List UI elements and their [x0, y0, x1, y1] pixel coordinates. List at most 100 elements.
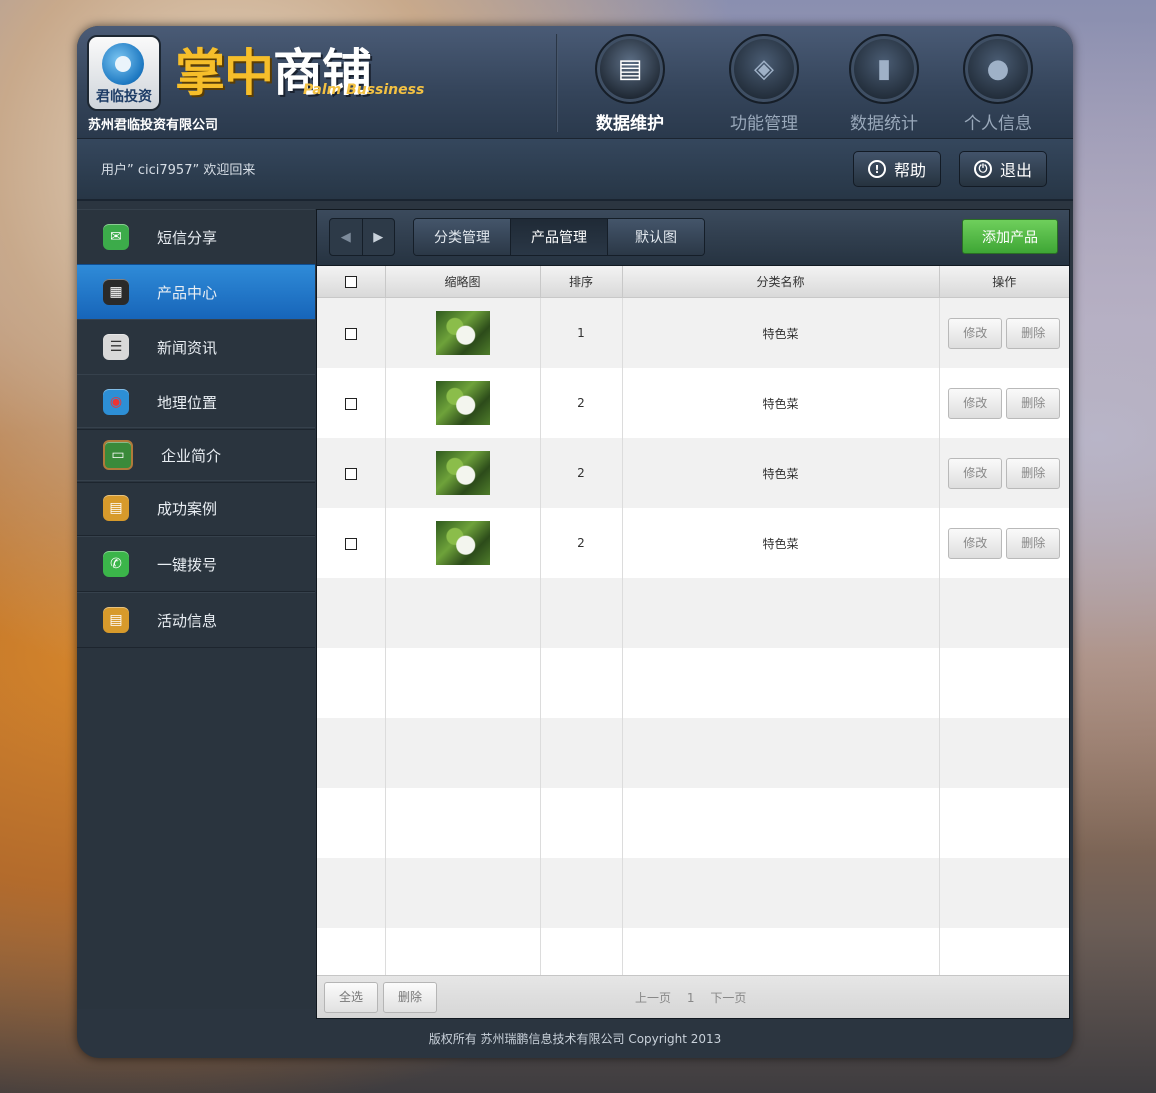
sidebar-item-news[interactable]: ☰ 新闻资讯: [77, 319, 315, 375]
delete-button[interactable]: 删除: [1006, 317, 1061, 349]
topnav-personal-info[interactable]: ● 个人信息: [943, 34, 1053, 134]
table-footer: 全选 删除 上一页 1 下一页: [317, 975, 1069, 1018]
logout-label: 退出: [1000, 161, 1033, 180]
table-header-row: 缩略图 排序 分类名称 操作: [317, 266, 1069, 298]
forward-arrow-icon[interactable]: ▶: [363, 219, 395, 255]
product-table: 缩略图 排序 分类名称 操作 1 特色菜 修改 删除 2 特色菜 修改 删除 2…: [317, 266, 1069, 998]
pagination: 上一页 1 下一页: [635, 989, 758, 1006]
sidebar: ✉ 短信分享 ▦ 产品中心 ☰ 新闻资讯 ◉ 地理位置 ▭ 企业简介 ▤ 成功案…: [77, 209, 315, 1009]
delete-button[interactable]: 删除: [1006, 457, 1061, 489]
board-icon: ▭: [103, 440, 133, 470]
power-icon: ⏻: [974, 160, 992, 178]
topnav-label: 数据统计: [850, 114, 918, 134]
user-bar: 用户” cici7957” 欢迎回来 ! 帮助 ⏻ 退出: [77, 139, 1073, 201]
help-button[interactable]: ! 帮助: [853, 151, 942, 187]
sidebar-item-label: 成功案例: [157, 499, 218, 518]
prev-page-link[interactable]: 上一页: [635, 991, 671, 1005]
empty-row: [317, 578, 1069, 648]
edit-button[interactable]: 修改: [948, 527, 1003, 559]
row-checkbox[interactable]: [344, 467, 357, 480]
phone-icon: ✆: [103, 551, 129, 577]
sidebar-item-one-click-dial[interactable]: ✆ 一键拨号: [77, 536, 315, 592]
sidebar-item-company-profile[interactable]: ▭ 企业简介: [77, 427, 315, 483]
select-all-header[interactable]: [317, 266, 386, 298]
row-checkbox[interactable]: [344, 327, 357, 340]
row-checkbox[interactable]: [344, 537, 357, 550]
logo-emblem-icon: [102, 43, 144, 85]
column-header-actions: 操作: [939, 266, 1069, 298]
topnav-label: 功能管理: [730, 114, 798, 134]
logo-text: 君临投资: [96, 89, 152, 105]
delete-button[interactable]: 删除: [1006, 527, 1061, 559]
topnav-statistics[interactable]: ▮ 数据统计: [829, 34, 939, 134]
column-header-order: 排序: [540, 266, 623, 298]
table-row: 2 特色菜 修改 删除: [317, 438, 1069, 508]
current-page: 1: [686, 991, 695, 1005]
sidebar-item-label: 短信分享: [157, 228, 218, 247]
edit-button[interactable]: 修改: [948, 457, 1003, 489]
empty-row: [317, 858, 1069, 928]
empty-row: [317, 718, 1069, 788]
sidebar-item-label: 企业简介: [161, 446, 222, 465]
sidebar-item-success-cases[interactable]: ▤ 成功案例: [77, 480, 315, 536]
row-category: 特色菜: [622, 368, 940, 438]
product-thumbnail: [435, 451, 490, 495]
product-thumbnail: [435, 381, 490, 425]
brand-english: Palm Bussiness: [303, 82, 425, 98]
edit-button[interactable]: 修改: [948, 387, 1003, 419]
box-icon: ◈: [729, 34, 799, 104]
next-page-link[interactable]: 下一页: [710, 991, 746, 1005]
tab-group: 分类管理 产品管理 默认图: [413, 218, 705, 256]
row-category: 特色菜: [622, 508, 940, 578]
row-order: 2: [540, 368, 623, 438]
sidebar-item-label: 新闻资讯: [157, 338, 218, 357]
row-order: 2: [540, 438, 623, 508]
info-icon: !: [868, 160, 886, 178]
company-name: 苏州君临投资有限公司: [88, 118, 219, 133]
row-order: 1: [540, 297, 623, 368]
news-icon: ☰: [103, 334, 129, 360]
empty-row: [317, 788, 1069, 858]
sidebar-item-activity-info[interactable]: ▤ 活动信息: [77, 592, 315, 648]
product-thumbnail: [435, 311, 490, 355]
topnav-label: 数据维护: [596, 114, 664, 134]
back-arrow-icon[interactable]: ◀: [330, 219, 363, 255]
toolbar: ◀ ▶ 分类管理 产品管理 默认图 添加产品: [317, 210, 1069, 266]
logout-button[interactable]: ⏻ 退出: [959, 151, 1048, 187]
select-all-button[interactable]: 全选: [324, 982, 378, 1013]
header-checkbox[interactable]: [344, 276, 357, 288]
user-icon: ●: [963, 34, 1033, 104]
sidebar-item-product-center[interactable]: ▦ 产品中心: [77, 264, 315, 320]
app-window: 君临投资 掌中商铺 Palm Bussiness 苏州君临投资有限公司 ▤ 数据…: [77, 26, 1073, 1058]
table-row: 2 特色菜 修改 删除: [317, 508, 1069, 578]
topnav-function-management[interactable]: ◈ 功能管理: [709, 34, 819, 134]
add-product-button[interactable]: 添加产品: [962, 219, 1058, 254]
column-header-category: 分类名称: [622, 266, 940, 298]
sidebar-item-label: 一键拨号: [157, 555, 218, 574]
bulk-delete-button[interactable]: 删除: [383, 982, 437, 1013]
edit-button[interactable]: 修改: [948, 317, 1003, 349]
sidebar-item-sms-share[interactable]: ✉ 短信分享: [77, 209, 315, 265]
tab-product-management[interactable]: 产品管理: [511, 219, 608, 255]
product-thumbnail: [435, 521, 490, 565]
tab-default-image[interactable]: 默认图: [608, 219, 704, 255]
case-icon: ▤: [103, 495, 129, 521]
case-icon: ▤: [103, 607, 129, 633]
header: 君临投资 掌中商铺 Palm Bussiness 苏州君临投资有限公司 ▤ 数据…: [77, 26, 1073, 139]
row-order: 2: [540, 508, 623, 578]
help-label: 帮助: [894, 161, 927, 180]
tab-category-management[interactable]: 分类管理: [414, 219, 511, 255]
document-icon: ▤: [595, 34, 665, 104]
sms-icon: ✉: [103, 224, 129, 250]
delete-button[interactable]: 删除: [1006, 387, 1061, 419]
copyright-text: 版权所有 苏州瑞鹏信息技术有限公司 Copyright 2013: [428, 1032, 722, 1046]
sidebar-item-location[interactable]: ◉ 地理位置: [77, 374, 315, 430]
map-pin-icon: ◉: [103, 389, 129, 415]
topnav-data-maintenance[interactable]: ▤ 数据维护: [575, 34, 685, 134]
topnav-label: 个人信息: [964, 114, 1032, 134]
sidebar-item-label: 活动信息: [157, 611, 218, 630]
row-checkbox[interactable]: [344, 397, 357, 410]
company-logo: 君临投资: [87, 35, 161, 111]
empty-row: [317, 648, 1069, 718]
brand-title-main: 掌中: [175, 44, 274, 102]
